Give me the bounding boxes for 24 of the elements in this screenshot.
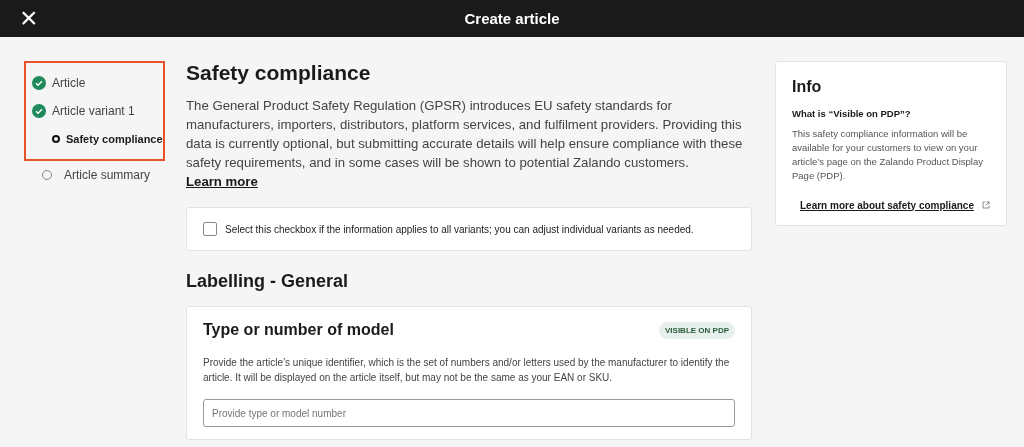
checkbox[interactable] xyxy=(203,222,217,236)
step-item[interactable]: Article xyxy=(32,69,163,97)
description: The General Product Safety Regulation (GPSR) introduces EU safety standards for manufacturers, importers, distributors, platform services, and fulfilment providers. Providing this data is currently optional, but submitting accurate details will help ensure compliance with these safety requirements, and in some cases will be shown to potential Zalando customers. Learn more xyxy=(186,97,744,191)
current-step-icon xyxy=(52,135,60,143)
section-title: Labelling - General xyxy=(186,271,350,292)
close-button[interactable]: × xyxy=(16,4,42,32)
step-item[interactable]: Article summary xyxy=(32,161,186,189)
info-text: This safety compliance information will be available for your customers to view on your article’s page on the Zalando Product Display Page (PDP). xyxy=(792,127,984,183)
model-number-input[interactable]: Provide type or model number xyxy=(203,399,735,427)
field-help-text: Provide the article’s unique identifier, which is the set of numbers and/or letters used by the manufacturer to identify the article. It will be displayed on the article itself, but may not be the same as your EAN or SKU. xyxy=(203,356,731,385)
info-title: Info xyxy=(792,78,823,96)
info-question: What is “Visible on PDP”? xyxy=(792,108,912,119)
external-link-icon xyxy=(981,199,990,211)
step-item[interactable]: Safety compliance xyxy=(32,125,163,153)
safety-compliance-link[interactable]: Learn more about safety compliance xyxy=(800,199,974,211)
visibility-badge: VISIBLE ON PDP xyxy=(659,321,735,339)
field-title: Type or number of model xyxy=(203,321,394,339)
step-item[interactable]: Article variant 1 xyxy=(32,97,163,125)
check-circle-icon xyxy=(32,104,46,118)
check-circle-icon xyxy=(32,76,46,90)
learn-more-link[interactable]: Learn more xyxy=(186,174,258,189)
checkbox-label: Select this checkbox if the information applies to all variants; you can adjust individual variants as needed. xyxy=(225,223,694,235)
window-title: Create article xyxy=(464,10,560,27)
page-title: Safety compliance xyxy=(186,61,372,85)
